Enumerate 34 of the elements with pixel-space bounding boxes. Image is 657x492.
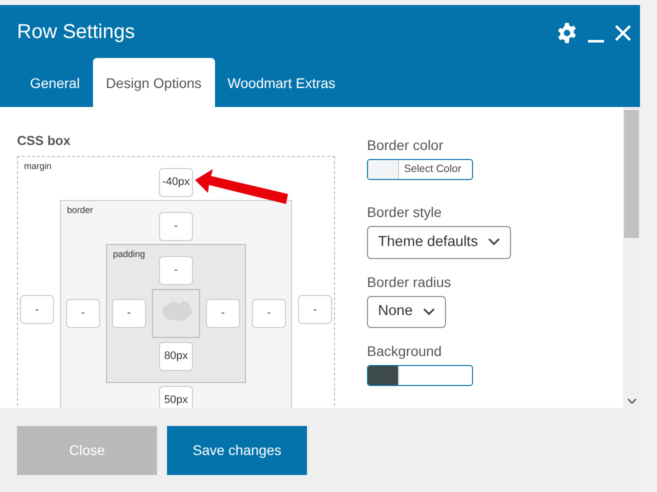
- field-label: Border radius: [367, 272, 452, 292]
- box-label: margin: [24, 160, 52, 173]
- color-picker[interactable]: [367, 364, 473, 386]
- input-field[interactable]: -40px: [159, 168, 193, 196]
- select-field[interactable]: None: [367, 296, 446, 328]
- scrollbar-thumb[interactable]: [624, 110, 639, 238]
- field-label: Border color: [367, 136, 444, 155]
- section-title: CSS box: [17, 132, 72, 150]
- input-field[interactable]: 80px: [159, 342, 193, 370]
- field-label: Background: [367, 342, 443, 361]
- save-button[interactable]: Save changes: [167, 426, 307, 475]
- tab[interactable]: Woodmart Extras: [214, 58, 348, 107]
- input-field[interactable]: -: [159, 212, 193, 240]
- input-field[interactable]: -: [112, 298, 146, 328]
- chevron-down-icon[interactable]: [422, 308, 435, 316]
- field-label: Border style: [367, 203, 443, 222]
- settings-icon[interactable]: [556, 22, 578, 44]
- window-title: Row Settings: [17, 20, 135, 45]
- color-picker[interactable]: Select Color: [367, 159, 473, 180]
- input-field[interactable]: -: [252, 298, 286, 328]
- chevron-down-icon[interactable]: [488, 238, 500, 246]
- input-field[interactable]: -: [159, 256, 193, 284]
- input-field[interactable]: -: [206, 298, 240, 328]
- select-field[interactable]: Theme defaults: [367, 226, 511, 258]
- close-icon[interactable]: [614, 24, 632, 42]
- scroll-down-icon[interactable]: [626, 398, 636, 404]
- box-label: border: [67, 204, 94, 216]
- input-field[interactable]: -: [298, 295, 332, 324]
- input-field[interactable]: -: [20, 295, 54, 324]
- tab[interactable]: General: [17, 58, 93, 107]
- input-field[interactable]: -: [66, 298, 100, 328]
- tab[interactable]: Design Options: [92, 58, 215, 107]
- box-label: padding: [113, 248, 146, 261]
- input-field[interactable]: 50px: [159, 386, 193, 408]
